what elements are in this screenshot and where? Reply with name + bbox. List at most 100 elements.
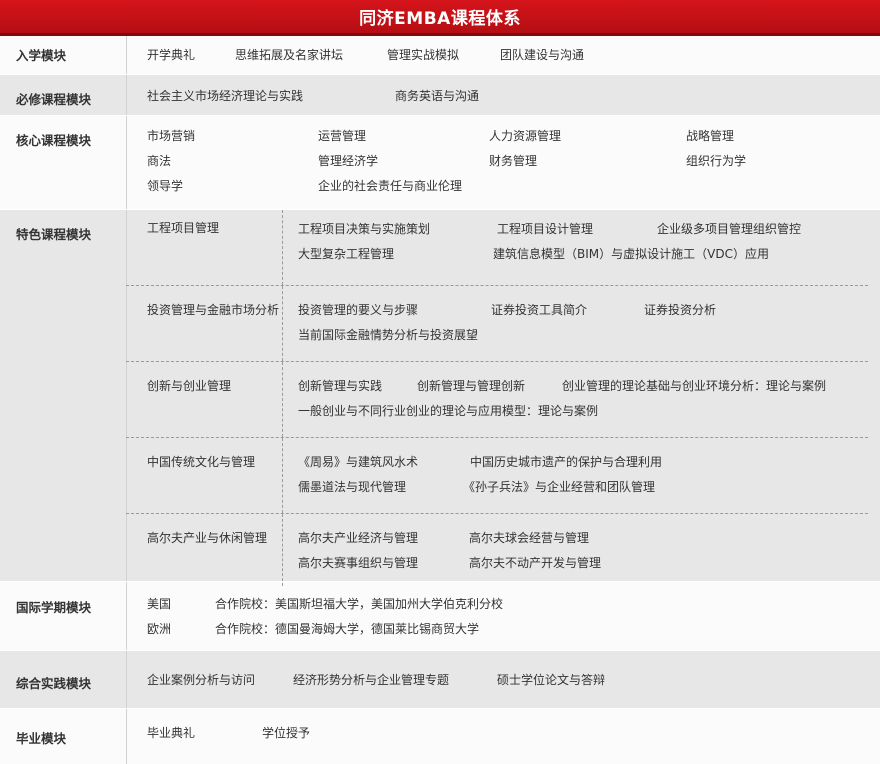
special-group: 投资管理与金融市场分析 投资管理的要义与步骤 证券投资工具简介 证券投资分析 当…	[126, 286, 868, 362]
course-line: 美国 合作院校：美国斯坦福大学，美国加州大学伯克利分校	[147, 592, 868, 617]
special-group: 工程项目管理 工程项目决策与实施策划 工程项目设计管理 企业级多项目管理组织管控…	[126, 210, 868, 286]
group-courses: 《周易》与建筑风水术 中国历史城市遗产的保护与合理利用 儒墨道法与现代管理 《孙…	[283, 438, 868, 513]
course-line: 领导学 企业的社会责任与商业伦理	[147, 174, 868, 199]
module-label: 国际学期模块	[0, 582, 127, 650]
course-line: 毕业典礼 学位授予	[147, 721, 868, 745]
course-item: 人力资源管理	[489, 129, 562, 143]
course-item: 高尔夫不动产开发与管理	[469, 556, 602, 570]
course-line: 《周易》与建筑风水术 中国历史城市遗产的保护与合理利用	[298, 450, 868, 475]
course-item: 团队建设与沟通	[500, 48, 585, 62]
module-content: 工程项目管理 工程项目决策与实施策划 工程项目设计管理 企业级多项目管理组织管控…	[126, 210, 880, 586]
course-item: 运营管理	[318, 129, 367, 143]
course-item: 学位授予	[262, 726, 311, 740]
group-name: 高尔夫产业与休闲管理	[126, 514, 283, 586]
group-courses: 创新管理与实践 创新管理与管理创新 创业管理的理论基础与创业环境分析：理论与案例…	[283, 362, 868, 437]
module-label: 特色课程模块	[0, 210, 127, 581]
module-label: 综合实践模块	[0, 651, 127, 708]
course-item: 经济形势分析与企业管理专题	[293, 673, 450, 687]
course-line: 创新管理与实践 创新管理与管理创新 创业管理的理论基础与创业环境分析：理论与案例	[298, 374, 868, 399]
course-line: 商法 管理经济学 财务管理 组织行为学	[147, 149, 868, 174]
course-line: 高尔夫产业经济与管理 高尔夫球会经营与管理	[298, 526, 868, 551]
course-item: 硕士学位论文与答辩	[497, 673, 606, 687]
course-line: 高尔夫赛事组织与管理 高尔夫不动产开发与管理	[298, 551, 868, 576]
course-item: 高尔夫球会经营与管理	[469, 531, 590, 545]
group-courses: 高尔夫产业经济与管理 高尔夫球会经营与管理 高尔夫赛事组织与管理 高尔夫不动产开…	[283, 514, 868, 586]
course-line: 企业案例分析与访问 经济形势分析与企业管理专题 硕士学位论文与答辩	[147, 668, 868, 692]
module-practice: 综合实践模块 企业案例分析与访问 经济形势分析与企业管理专题 硕士学位论文与答辩	[0, 651, 880, 709]
region-name: 美国	[147, 597, 172, 611]
module-international: 国际学期模块 美国 合作院校：美国斯坦福大学，美国加州大学伯克利分校 欧洲 合作…	[0, 582, 880, 651]
course-line: 社会主义市场经济理论与实践 商务英语与沟通	[147, 84, 868, 108]
special-group: 高尔夫产业与休闲管理 高尔夫产业经济与管理 高尔夫球会经营与管理 高尔夫赛事组织…	[126, 514, 868, 586]
module-content: 美国 合作院校：美国斯坦福大学，美国加州大学伯克利分校 欧洲 合作院校：德国曼海…	[127, 582, 880, 650]
course-item: 社会主义市场经济理论与实践	[147, 89, 304, 103]
course-item: 工程项目设计管理	[497, 222, 594, 236]
group-name: 中国传统文化与管理	[126, 438, 283, 513]
module-content: 企业案例分析与访问 经济形势分析与企业管理专题 硕士学位论文与答辩	[127, 651, 880, 708]
module-label: 入学模块	[0, 36, 127, 74]
module-label: 毕业模块	[0, 709, 127, 764]
course-item: 企业级多项目管理组织管控	[657, 222, 802, 236]
course-item: 当前国际金融情势分析与投资展望	[298, 328, 479, 342]
course-item: 战略管理	[686, 129, 735, 143]
course-item: 创业管理的理论基础与创业环境分析：理论与案例	[562, 379, 827, 393]
module-core: 核心课程模块 市场营销 运营管理 人力资源管理 战略管理 商法 管理经济学 财务…	[0, 116, 880, 210]
course-line: 市场营销 运营管理 人力资源管理 战略管理	[147, 124, 868, 149]
module-label: 必修课程模块	[0, 75, 127, 115]
course-item: 思维拓展及名家讲坛	[235, 48, 344, 62]
course-item: 财务管理	[489, 154, 538, 168]
course-item: 投资管理的要义与步骤	[298, 303, 419, 317]
course-line: 儒墨道法与现代管理 《孙子兵法》与企业经营和团队管理	[298, 475, 868, 500]
course-item: 企业的社会责任与商业伦理	[318, 179, 463, 193]
module-required: 必修课程模块 社会主义市场经济理论与实践 商务英语与沟通	[0, 75, 880, 116]
region-name: 欧洲	[147, 622, 172, 636]
module-content: 毕业典礼 学位授予	[127, 709, 880, 764]
partner-schools: 合作院校：美国斯坦福大学，美国加州大学伯克利分校	[215, 597, 504, 611]
course-line: 工程项目决策与实施策划 工程项目设计管理 企业级多项目管理组织管控	[298, 217, 868, 242]
course-item: 企业案例分析与访问	[147, 673, 256, 687]
course-item: 工程项目决策与实施策划	[298, 222, 431, 236]
course-line: 当前国际金融情势分析与投资展望	[298, 323, 868, 348]
course-item: 证券投资分析	[644, 303, 717, 317]
course-item: 中国历史城市遗产的保护与合理利用	[470, 455, 663, 469]
course-item: 管理实战模拟	[387, 48, 460, 62]
course-item: 《孙子兵法》与企业经营和团队管理	[463, 480, 656, 494]
course-line: 欧洲 合作院校：德国曼海姆大学，德国莱比锡商贸大学	[147, 617, 868, 642]
group-name: 工程项目管理	[126, 210, 283, 285]
course-item: 组织行为学	[686, 154, 747, 168]
course-item: 商法	[147, 154, 172, 168]
course-line: 投资管理的要义与步骤 证券投资工具简介 证券投资分析	[298, 298, 868, 323]
course-item: 一般创业与不同行业创业的理论与应用模型：理论与案例	[298, 404, 599, 418]
course-item: 毕业典礼	[147, 726, 196, 740]
group-courses: 工程项目决策与实施策划 工程项目设计管理 企业级多项目管理组织管控 大型复杂工程…	[283, 210, 868, 285]
course-item: 大型复杂工程管理	[298, 247, 395, 261]
special-group: 创新与创业管理 创新管理与实践 创新管理与管理创新 创业管理的理论基础与创业环境…	[126, 362, 868, 438]
partner-schools: 合作院校：德国曼海姆大学，德国莱比锡商贸大学	[215, 622, 480, 636]
page-title: 同济EMBA课程体系	[359, 9, 521, 29]
special-group: 中国传统文化与管理 《周易》与建筑风水术 中国历史城市遗产的保护与合理利用 儒墨…	[126, 438, 868, 514]
course-item: 领导学	[147, 179, 184, 193]
group-name: 投资管理与金融市场分析	[126, 286, 283, 361]
module-entry: 入学模块 开学典礼 思维拓展及名家讲坛 管理实战模拟 团队建设与沟通	[0, 36, 880, 75]
course-item: 创新管理与管理创新	[417, 379, 526, 393]
course-line: 大型复杂工程管理 建筑信息模型（BIM）与虚拟设计施工（VDC）应用	[298, 242, 868, 267]
title-banner: 同济EMBA课程体系	[0, 0, 880, 36]
module-special: 特色课程模块 工程项目管理 工程项目决策与实施策划 工程项目设计管理 企业级多项…	[0, 210, 880, 586]
module-label: 核心课程模块	[0, 116, 127, 209]
course-item: 儒墨道法与现代管理	[298, 480, 407, 494]
course-item: 商务英语与沟通	[395, 89, 480, 103]
course-item: 市场营销	[147, 129, 196, 143]
course-item: 创新管理与实践	[298, 379, 383, 393]
course-item: 建筑信息模型（BIM）与虚拟设计施工（VDC）应用	[493, 247, 769, 261]
module-graduation: 毕业模块 毕业典礼 学位授予	[0, 709, 880, 764]
course-item: 《周易》与建筑风水术	[298, 455, 419, 469]
course-item: 开学典礼	[147, 48, 196, 62]
course-item: 高尔夫赛事组织与管理	[298, 556, 419, 570]
course-line: 开学典礼 思维拓展及名家讲坛 管理实战模拟 团队建设与沟通	[147, 43, 868, 67]
module-content: 社会主义市场经济理论与实践 商务英语与沟通	[127, 75, 880, 115]
group-name: 创新与创业管理	[126, 362, 283, 437]
module-content: 开学典礼 思维拓展及名家讲坛 管理实战模拟 团队建设与沟通	[127, 36, 880, 74]
course-item: 证券投资工具简介	[491, 303, 588, 317]
group-courses: 投资管理的要义与步骤 证券投资工具简介 证券投资分析 当前国际金融情势分析与投资…	[283, 286, 868, 361]
module-content: 市场营销 运营管理 人力资源管理 战略管理 商法 管理经济学 财务管理 组织行为…	[127, 116, 880, 209]
